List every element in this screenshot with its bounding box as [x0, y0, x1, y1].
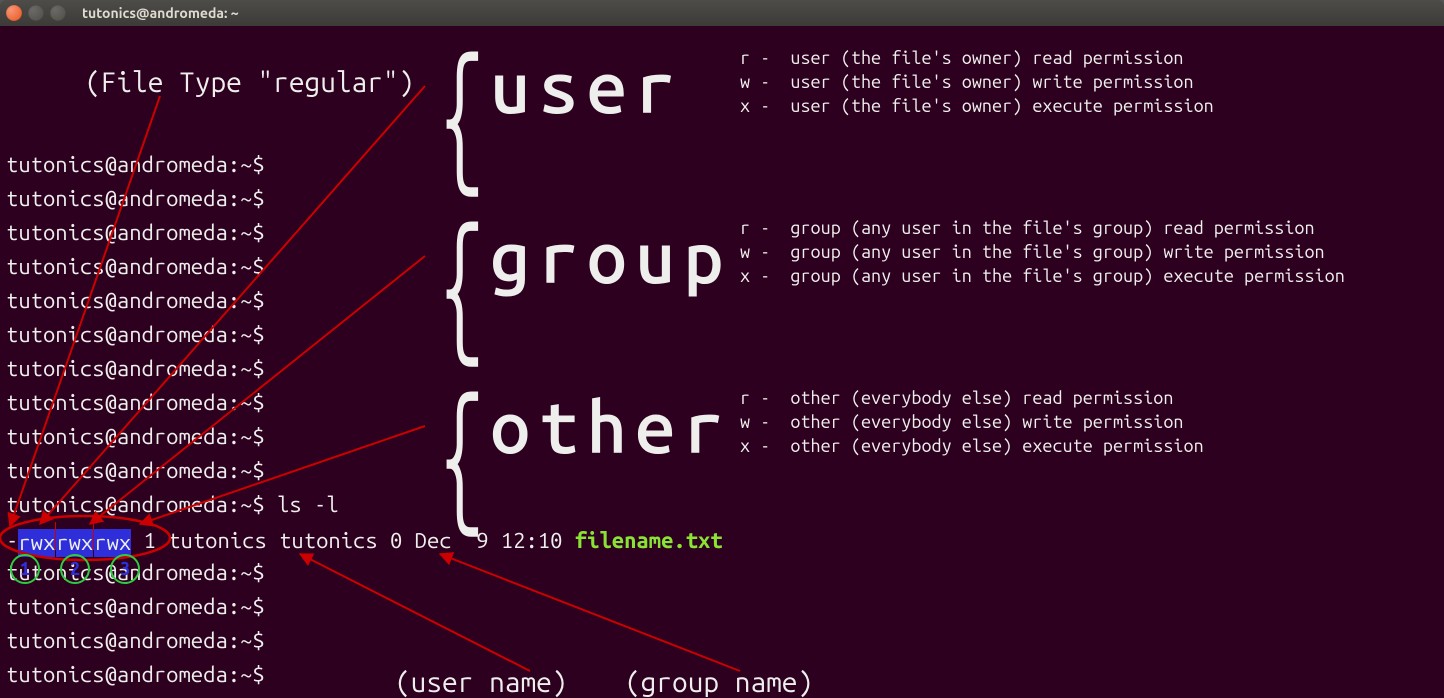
terminal[interactable]: tutonics@andromeda:~$ tutonics@andromeda… — [0, 26, 1444, 698]
ls-output-row: -rwxrwxrwx 1 tutonics tutonics 0 Dec 9 1… — [6, 522, 1438, 556]
prompt-line: tutonics@andromeda:~$ — [6, 458, 265, 483]
perm-group: rwx — [56, 529, 93, 557]
perm-user: rwx — [18, 529, 55, 557]
filetype-char: - — [6, 528, 18, 553]
marker-3: 3 — [110, 554, 140, 584]
file-date: Dec 9 12:10 — [415, 528, 563, 553]
minimize-icon[interactable] — [28, 5, 44, 21]
prompt-line: tutonics@andromeda:~$ — [6, 390, 265, 415]
link-count: 1 — [144, 528, 156, 553]
prompt-line: tutonics@andromeda:~$ — [6, 628, 265, 653]
group-perm-explain: r - group (any user in the file's group)… — [740, 216, 1345, 288]
owner-group: tutonics — [279, 528, 378, 553]
marker-1: 1 — [10, 554, 40, 584]
filetype-annotation: (File Type "regular") — [85, 66, 414, 100]
section-title-group: group — [490, 221, 732, 293]
brace-icon: { — [439, 64, 485, 164]
prompt-line: tutonics@andromeda:~$ — [6, 322, 265, 347]
prompt-line: tutonics@andromeda:~$ — [6, 492, 265, 517]
prompt-line: tutonics@andromeda:~$ — [6, 424, 265, 449]
prompt-line: tutonics@andromeda:~$ — [6, 594, 265, 619]
prompt-line: tutonics@andromeda:~$ — [6, 254, 265, 279]
marker-2: 2 — [60, 554, 90, 584]
user-name-annotation: (user name) — [395, 666, 567, 698]
brace-icon: { — [439, 404, 485, 504]
owner-user: tutonics — [168, 528, 267, 553]
close-icon[interactable] — [6, 5, 22, 21]
prompt-line: tutonics@andromeda:~$ — [6, 356, 265, 381]
terminal-window: tutonics@andromeda: ~ — [0, 0, 1444, 698]
prompt-line: tutonics@andromeda:~$ — [6, 186, 265, 211]
prompt-line: tutonics@andromeda:~$ — [6, 152, 265, 177]
group-name-annotation: (group name) — [625, 666, 813, 698]
perm-other: rwx — [94, 529, 131, 557]
file-size: 0 — [390, 528, 402, 553]
prompt-line: tutonics@andromeda:~$ — [6, 288, 265, 313]
brace-icon: { — [439, 234, 485, 334]
file-name: filename.txt — [575, 528, 723, 553]
section-title-user: user — [490, 51, 683, 123]
window-title: tutonics@andromeda: ~ — [82, 5, 239, 21]
section-title-other: other — [490, 391, 732, 463]
user-perm-explain: r - user (the file's owner) read permiss… — [740, 46, 1214, 118]
maximize-icon[interactable] — [50, 5, 66, 21]
titlebar: tutonics@andromeda: ~ — [0, 0, 1444, 26]
prompt-line: tutonics@andromeda:~$ — [6, 662, 265, 687]
other-perm-explain: r - other (everybody else) read permissi… — [740, 386, 1204, 458]
prompt-line: tutonics@andromeda:~$ — [6, 220, 265, 245]
command-text: ls -l — [277, 492, 339, 517]
